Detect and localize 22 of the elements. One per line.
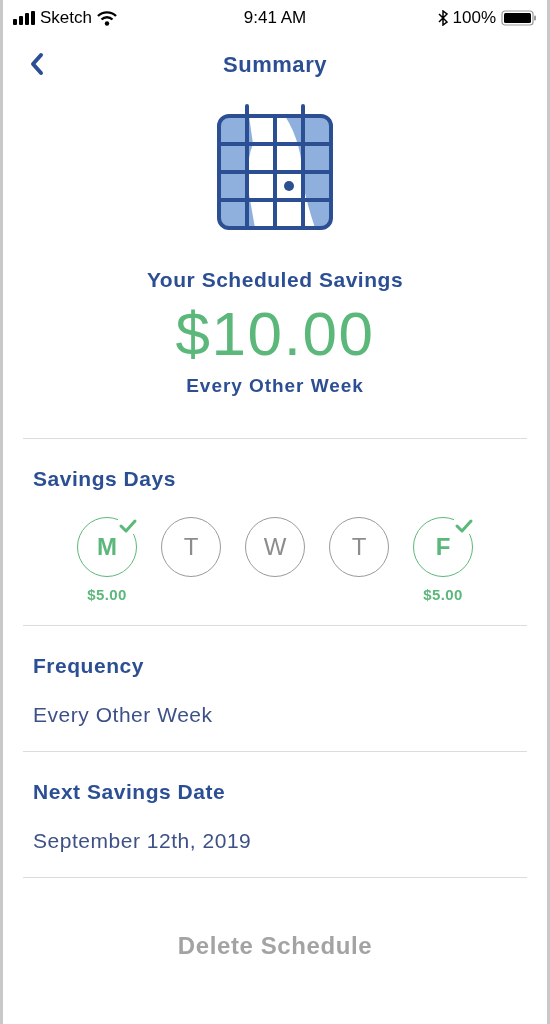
section-label: Frequency <box>33 652 145 679</box>
status-time: 9:41 AM <box>243 7 307 30</box>
back-icon <box>29 52 45 76</box>
savings-amount: $10.00 <box>175 297 375 370</box>
signal-icon <box>13 11 35 25</box>
savings-frequency: Every Other Week <box>186 373 364 398</box>
bluetooth-icon <box>437 10 448 26</box>
battery-icon <box>501 10 537 26</box>
section-label: Next Savings Date <box>33 778 227 805</box>
carrier-name: Sketch <box>40 7 92 30</box>
wifi-icon <box>97 10 117 26</box>
savings-heading: Your Scheduled Savings <box>146 267 404 293</box>
day-toggle[interactable]: T <box>329 516 389 577</box>
section-value: Every Other Week <box>33 702 214 728</box>
day-amount: $5.00 <box>87 585 127 605</box>
section-label: Savings Days <box>33 467 176 490</box>
delete-schedule-button[interactable]: Delete Schedule <box>167 927 383 964</box>
page-title: Summary <box>222 50 328 79</box>
section-value: September 12th, 2019 <box>33 828 253 854</box>
day-amount: $5.00 <box>423 585 463 605</box>
calendar-icon <box>215 104 335 232</box>
battery-percent: 100% <box>452 7 496 30</box>
